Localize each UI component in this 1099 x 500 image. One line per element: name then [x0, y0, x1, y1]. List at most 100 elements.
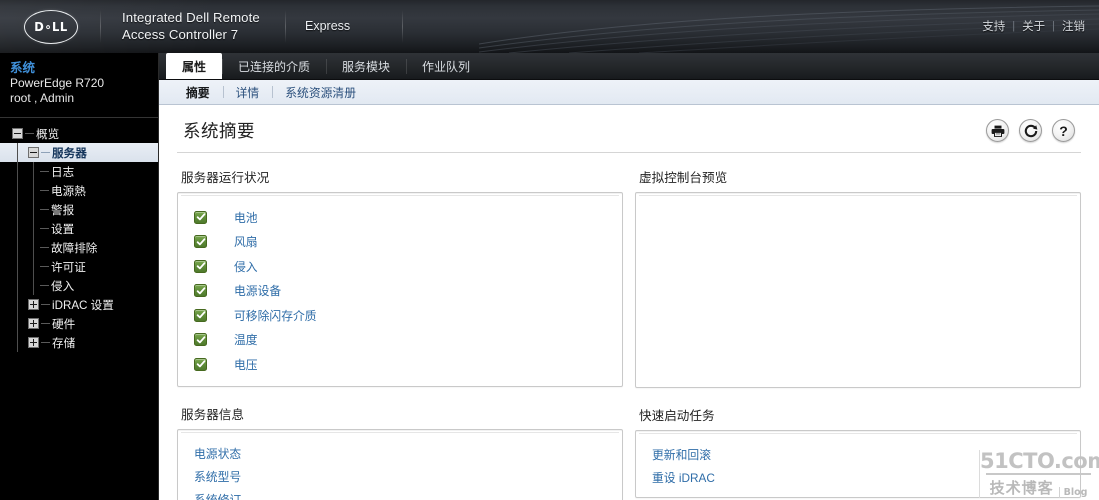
secondary-tab-bar: 摘要 详情 系统资源清册: [159, 80, 1099, 105]
header-divider-3: [402, 10, 403, 43]
quick-task-link[interactable]: 更新和回滚: [652, 446, 711, 463]
tree-elbow: [40, 266, 49, 267]
server-info-link[interactable]: 电源状态: [194, 445, 241, 462]
tree-elbow: [41, 152, 50, 153]
health-row: 可移除闪存介质: [178, 303, 622, 328]
sidebar-item-8[interactable]: 侵入: [0, 276, 158, 295]
quick-tasks-title: 快速启动任务: [639, 409, 715, 423]
health-item-label[interactable]: 可移除闪存介质: [234, 307, 317, 324]
sidebar-item-label[interactable]: 日志: [51, 164, 74, 180]
quick-tasks-panel: 更新和回滚重设 iDRAC: [635, 430, 1081, 498]
sidebar-item-7[interactable]: 许可证: [0, 257, 158, 276]
tree-connector: [17, 314, 18, 333]
health-item-label[interactable]: 温度: [234, 331, 258, 348]
tree-connector: [33, 181, 34, 200]
tree-connector: [17, 200, 18, 219]
server-info-row: 电源状态: [178, 442, 622, 465]
panel-top-line: [639, 195, 1077, 196]
server-info-row: 系统修订: [178, 488, 622, 500]
tab-0[interactable]: 属性: [166, 53, 223, 80]
status-ok-icon: [194, 259, 207, 273]
tab-2[interactable]: 服务模块: [326, 53, 406, 80]
tree-connector: [17, 238, 18, 257]
sidebar-item-label[interactable]: 服务器: [52, 145, 87, 161]
logout-link[interactable]: 注销: [1062, 18, 1085, 34]
sidebar-item-0[interactable]: 概览: [0, 124, 158, 143]
virtual-console-panel[interactable]: [635, 192, 1081, 388]
dell-logo-text: D∘LL: [34, 19, 68, 35]
sidebar-item-label[interactable]: 警报: [51, 202, 74, 218]
sidebar-item-label[interactable]: 设置: [51, 221, 74, 237]
sidebar-item-label[interactable]: 侵入: [51, 278, 74, 294]
sidebar-nav-tree: 概览服务器日志电源熱警报设置故障排除许可证侵入 iDRAC 设置 硬件存储: [0, 124, 158, 352]
header-divider-1: [100, 10, 101, 43]
sidebar-item-1[interactable]: 服务器: [0, 143, 158, 162]
health-item-label[interactable]: 风扇: [234, 233, 258, 250]
collapse-icon[interactable]: [28, 147, 39, 158]
server-health-list: 电池风扇侵入电源设备可移除闪存介质 温度电压: [178, 196, 622, 386]
sidebar-item-label[interactable]: 许可证: [51, 259, 86, 275]
help-icon[interactable]: ?: [1052, 119, 1075, 142]
page-title: 系统摘要: [183, 121, 255, 141]
header-links: 支持 | 关于 | 注销: [982, 18, 1085, 34]
subtab-2[interactable]: 系统资源清册: [272, 84, 369, 101]
tree-connector: [33, 257, 34, 276]
link-separator-2: |: [1052, 20, 1055, 32]
server-info-row: 系统型号: [178, 465, 622, 488]
quick-task-link[interactable]: 重设 iDRAC: [652, 469, 715, 486]
expand-icon[interactable]: [28, 299, 39, 310]
sidebar-item-5[interactable]: 设置: [0, 219, 158, 238]
quick-task-row: 更新和回滚: [636, 443, 1080, 466]
status-ok-icon: [194, 284, 207, 298]
health-item-label[interactable]: 侵入: [234, 258, 258, 275]
print-icon[interactable]: [986, 119, 1009, 142]
virtual-console-title: 虚拟控制台预览: [639, 171, 728, 185]
server-info-link[interactable]: 系统型号: [194, 468, 241, 485]
sidebar: 系统 PowerEdge R720 root , Admin 概览 服务器 日志 电源…: [0, 53, 159, 500]
app-header: D∘LL Integrated Dell Remote Access Contr…: [0, 0, 1099, 53]
sidebar-item-3[interactable]: 电源熱: [0, 181, 158, 200]
expander-glyph: [30, 320, 37, 327]
header-divider-2: [285, 10, 286, 43]
sidebar-item-6[interactable]: 故障排除: [0, 238, 158, 257]
link-separator-1: |: [1012, 20, 1016, 32]
page-title-row: 系统摘要 ?: [177, 105, 1081, 153]
sidebar-item-label[interactable]: 存储: [52, 335, 75, 351]
tree-connector: [17, 219, 18, 238]
tab-1[interactable]: 已连接的介质: [222, 53, 326, 80]
expand-icon[interactable]: [28, 337, 39, 348]
sidebar-item-9[interactable]: iDRAC 设置: [0, 295, 158, 314]
health-item-label[interactable]: 电压: [234, 356, 258, 373]
expand-icon[interactable]: [28, 318, 39, 329]
sidebar-item-label[interactable]: iDRAC 设置: [52, 297, 114, 313]
subtab-1[interactable]: 详情: [222, 84, 273, 101]
sidebar-item-label[interactable]: 故障排除: [51, 240, 97, 256]
tree-connector: [33, 162, 34, 181]
health-row: 侵入: [178, 254, 622, 279]
server-info-title: 服务器信息: [181, 407, 244, 422]
sidebar-item-label[interactable]: 电源熱: [51, 183, 86, 199]
subtab-0[interactable]: 摘要: [173, 84, 223, 101]
dell-logo[interactable]: D∘LL: [22, 9, 80, 45]
status-ok-icon: [194, 210, 207, 224]
support-link[interactable]: 支持: [982, 18, 1005, 34]
collapse-icon[interactable]: [12, 128, 23, 139]
server-info-link[interactable]: 系统修订: [194, 491, 241, 500]
refresh-icon[interactable]: [1019, 119, 1042, 142]
tree-elbow: [40, 171, 49, 172]
sidebar-item-10[interactable]: 硬件: [0, 314, 158, 333]
about-link[interactable]: 关于: [1022, 18, 1045, 34]
sidebar-user: root , Admin: [10, 91, 75, 105]
sidebar-divider: [0, 117, 158, 118]
sidebar-item-2[interactable]: 日志: [0, 162, 158, 181]
health-item-label[interactable]: 电源设备: [234, 282, 281, 299]
tab-3[interactable]: 作业队列: [406, 53, 486, 80]
sidebar-item-4[interactable]: 警报: [0, 200, 158, 219]
tree-connector: [33, 200, 34, 219]
tree-connector: [17, 143, 18, 162]
sidebar-item-label[interactable]: 概览: [36, 126, 59, 142]
expander-glyph: [30, 339, 37, 346]
sidebar-item-label[interactable]: 硬件: [52, 316, 75, 332]
health-item-label[interactable]: 电池: [234, 209, 258, 226]
sidebar-item-11[interactable]: 存储: [0, 333, 158, 352]
